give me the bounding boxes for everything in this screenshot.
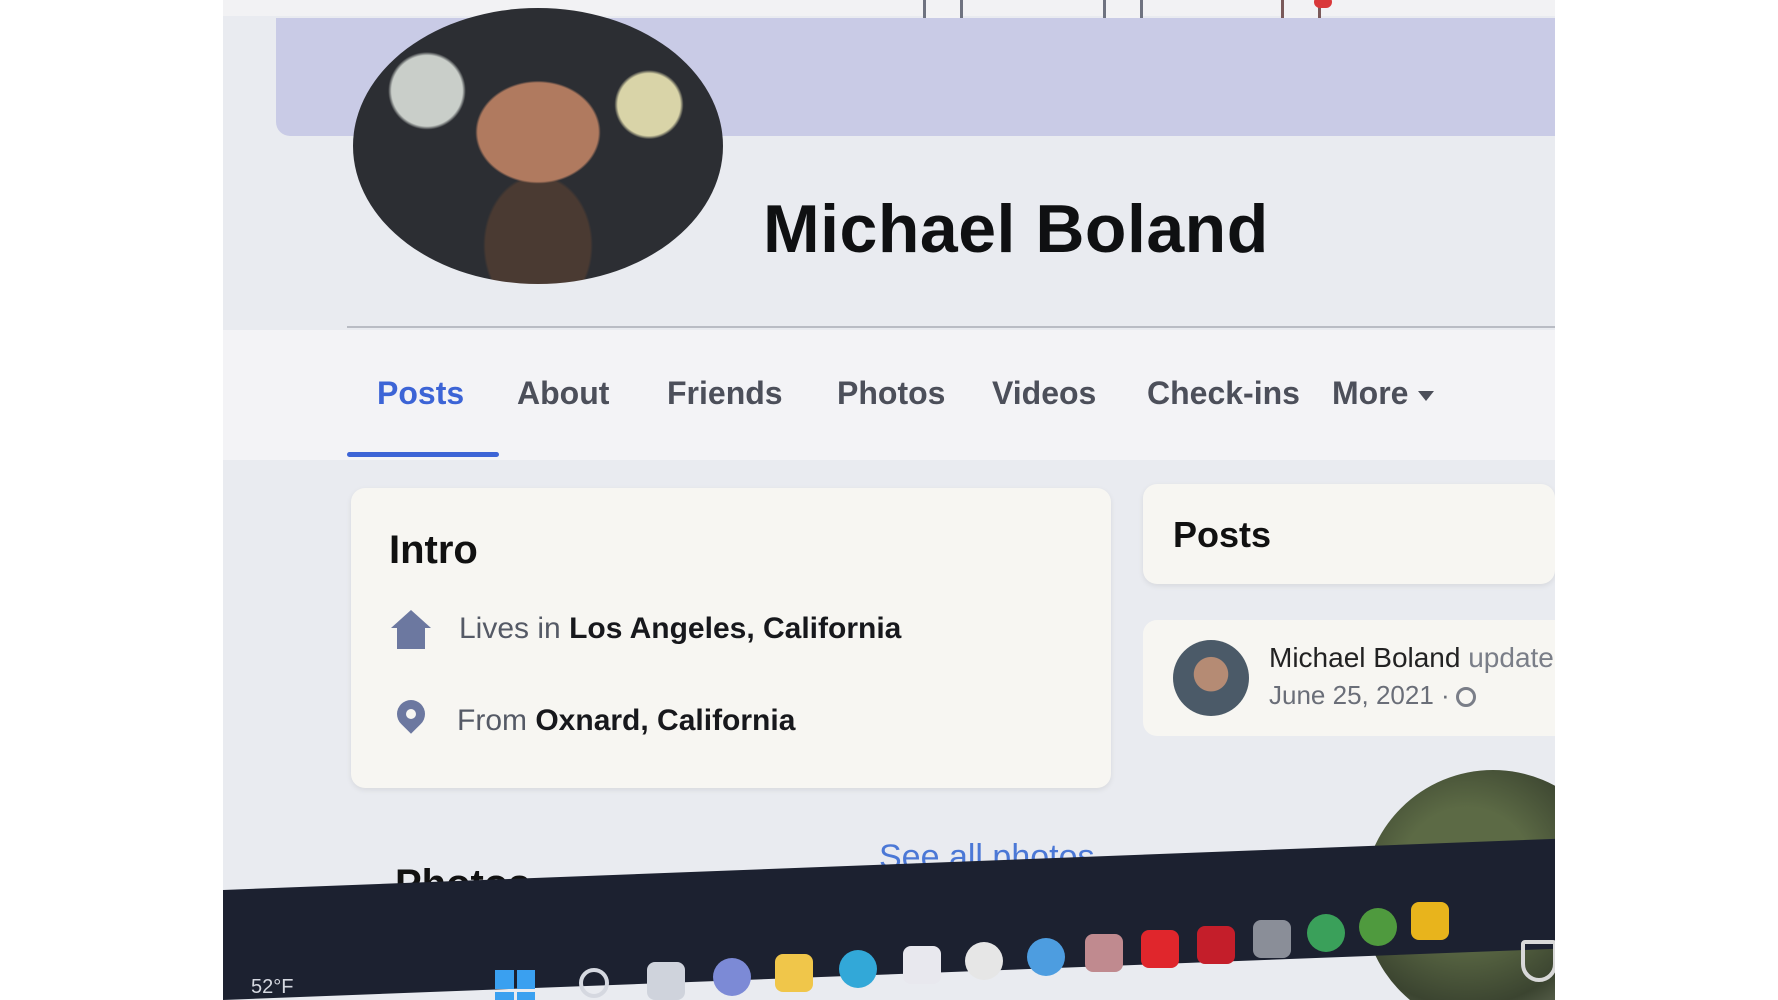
mcafee-icon[interactable] bbox=[1197, 926, 1235, 964]
posts-card: Posts bbox=[1143, 484, 1555, 584]
caret-down-icon bbox=[1418, 390, 1435, 401]
active-tab-indicator bbox=[347, 452, 499, 457]
from-prefix: From bbox=[457, 703, 527, 737]
store-icon[interactable] bbox=[903, 946, 941, 984]
tab-posts[interactable]: Posts bbox=[377, 375, 464, 412]
post-header: Michael Boland updated bbox=[1269, 642, 1555, 674]
post-author-avatar[interactable] bbox=[1173, 640, 1249, 716]
app-icon[interactable] bbox=[1307, 914, 1345, 952]
app-icon[interactable] bbox=[1085, 934, 1123, 972]
intro-from: From Oxnard, California bbox=[389, 700, 795, 744]
intro-title: Intro bbox=[389, 528, 478, 572]
tab-friends[interactable]: Friends bbox=[667, 375, 783, 412]
tab-more[interactable]: More bbox=[1332, 375, 1435, 412]
globe-icon bbox=[1455, 687, 1476, 708]
tab-videos[interactable]: Videos bbox=[992, 375, 1096, 412]
task-view-icon[interactable] bbox=[647, 962, 685, 1000]
post-meta: June 25, 2021 · bbox=[1269, 680, 1476, 711]
profile-name: Michael Boland bbox=[763, 191, 1269, 267]
youtube-icon[interactable] bbox=[1141, 930, 1179, 968]
location-pin-icon bbox=[393, 700, 429, 744]
security-shield-icon[interactable] bbox=[1521, 940, 1555, 982]
file-explorer-icon[interactable] bbox=[775, 954, 813, 992]
intro-card: Intro Lives in Los Angeles, California F… bbox=[351, 488, 1111, 788]
windows-start-icon[interactable] bbox=[495, 970, 535, 1000]
posts-title: Posts bbox=[1173, 514, 1272, 555]
edge-browser-icon[interactable] bbox=[839, 950, 877, 988]
intro-lives-in: Lives in Los Angeles, California bbox=[389, 610, 901, 650]
app-icon[interactable] bbox=[1411, 902, 1449, 940]
profile-tabs: Posts About Friends Photos Videos Check-… bbox=[347, 360, 1555, 460]
home-icon bbox=[389, 610, 433, 650]
weather-widget[interactable]: 52°F bbox=[251, 976, 293, 999]
chat-icon[interactable] bbox=[713, 958, 751, 996]
profile-avatar[interactable] bbox=[353, 8, 723, 284]
post-author-name[interactable]: Michael Boland bbox=[1269, 642, 1460, 673]
tab-more-label: More bbox=[1332, 375, 1409, 411]
post-date[interactable]: June 25, 2021 · bbox=[1269, 680, 1450, 710]
tab-check-ins[interactable]: Check-ins bbox=[1147, 375, 1300, 412]
header-divider bbox=[347, 326, 1555, 328]
post-item: Michael Boland updated June 25, 2021 · bbox=[1143, 620, 1555, 736]
tab-photos[interactable]: Photos bbox=[837, 375, 945, 412]
from-location[interactable]: Oxnard, California bbox=[535, 704, 795, 737]
lives-in-prefix: Lives in bbox=[459, 611, 561, 645]
lives-in-location[interactable]: Los Angeles, California bbox=[569, 612, 901, 645]
help-icon[interactable] bbox=[1027, 938, 1065, 976]
tab-about[interactable]: About bbox=[517, 375, 609, 412]
app-icon[interactable] bbox=[965, 942, 1003, 980]
post-action: updated bbox=[1468, 642, 1555, 673]
top-navigation-bar bbox=[223, 0, 1555, 16]
photographed-screen: Michael Boland Posts About Friends Photo… bbox=[223, 0, 1555, 1000]
notification-badge bbox=[1314, 0, 1332, 8]
app-icon[interactable] bbox=[1253, 920, 1291, 958]
search-icon[interactable] bbox=[579, 968, 609, 998]
app-icon[interactable] bbox=[1359, 908, 1397, 946]
